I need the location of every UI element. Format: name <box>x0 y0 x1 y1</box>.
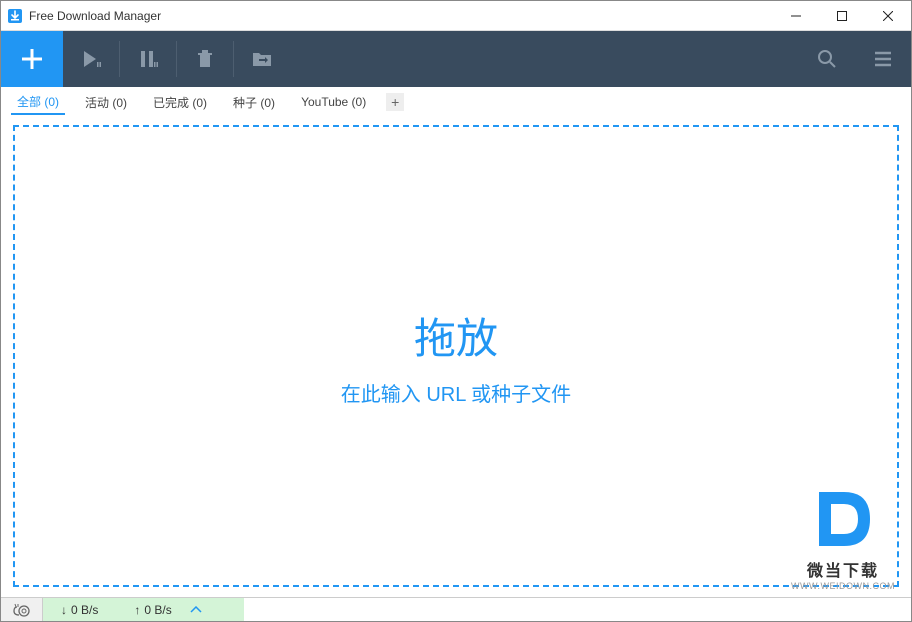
pause-icon <box>137 48 159 70</box>
move-button[interactable] <box>234 31 290 87</box>
menu-button[interactable] <box>855 31 911 87</box>
status-empty-area <box>244 598 911 621</box>
drop-area[interactable]: 拖放 在此输入 URL 或种子文件 <box>13 125 899 587</box>
plus-icon <box>19 46 45 72</box>
play-icon <box>80 48 102 70</box>
tab-youtube[interactable]: YouTube (0) <box>295 92 372 112</box>
titlebar: Free Download Manager <box>1 1 911 31</box>
maximize-button[interactable] <box>819 1 865 30</box>
down-arrow-icon: ↓ <box>61 603 67 617</box>
expand-status-button[interactable] <box>190 603 202 617</box>
toolbar <box>1 31 911 87</box>
start-button[interactable] <box>63 31 119 87</box>
tab-torrents[interactable]: 种子 (0) <box>227 91 281 114</box>
chevron-up-icon <box>190 606 202 614</box>
tab-completed[interactable]: 已完成 (0) <box>147 91 213 114</box>
speed-limit-button[interactable] <box>1 598 43 621</box>
download-speed-value: 0 B/s <box>71 603 98 617</box>
minimize-button[interactable] <box>773 1 819 30</box>
delete-button[interactable] <box>177 31 233 87</box>
tab-strip: 全部 (0) 活动 (0) 已完成 (0) 种子 (0) YouTube (0)… <box>1 87 911 117</box>
tab-active[interactable]: 活动 (0) <box>79 91 133 114</box>
search-button[interactable] <box>799 31 855 87</box>
folder-move-icon <box>251 49 273 69</box>
drop-subtitle: 在此输入 URL 或种子文件 <box>341 378 571 407</box>
trash-icon <box>195 49 215 69</box>
search-icon <box>816 48 838 70</box>
window-title: Free Download Manager <box>29 9 773 23</box>
up-arrow-icon: ↑ <box>134 603 140 617</box>
status-bar: ↓ 0 B/s ↑ 0 B/s <box>1 597 911 621</box>
pause-button[interactable] <box>120 31 176 87</box>
add-download-button[interactable] <box>1 31 63 87</box>
hamburger-icon <box>872 48 894 70</box>
upload-speed: ↑ 0 B/s <box>116 603 189 617</box>
drop-title: 拖放 <box>414 305 498 366</box>
app-icon <box>7 8 23 24</box>
close-button[interactable] <box>865 1 911 30</box>
download-speed: ↓ 0 B/s <box>43 603 116 617</box>
tab-all[interactable]: 全部 (0) <box>11 90 65 115</box>
snail-icon <box>12 603 32 617</box>
add-tab-button[interactable]: + <box>386 93 404 111</box>
upload-speed-value: 0 B/s <box>144 603 171 617</box>
